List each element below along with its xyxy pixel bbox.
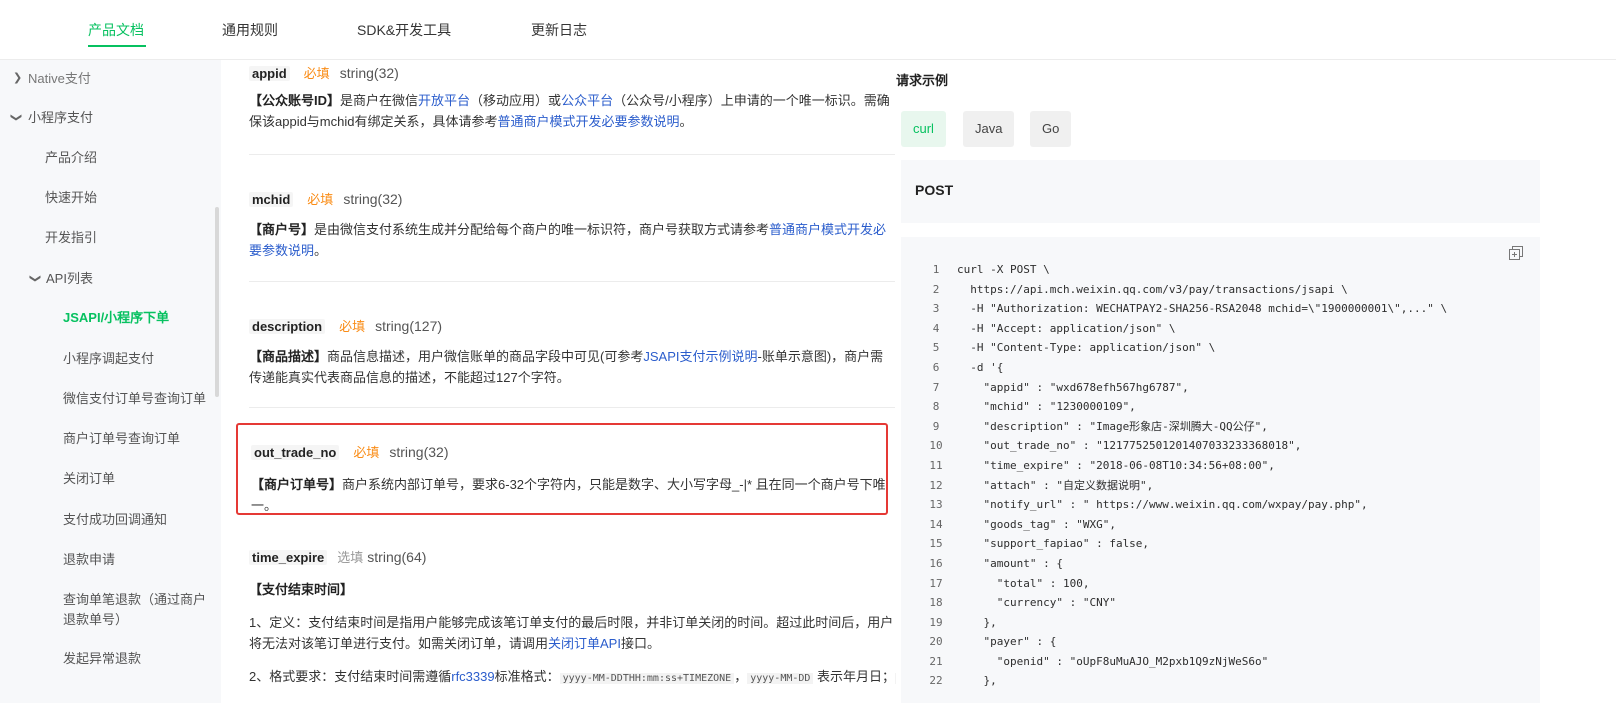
sidebar-item-api-list[interactable]: API列表 <box>46 269 93 289</box>
request-example-panel: 请求示例 curl Java Go POST 1 2 3 4 5 6 7 8 9 10 11 12 13… <box>896 60 1616 703</box>
line-number: 18 <box>929 596 943 610</box>
line-number: 1 <box>932 263 940 276</box>
active-tab-underline <box>88 45 146 47</box>
line-number: 22 <box>929 674 943 688</box>
code-block: 1 2 3 4 5 6 7 8 9 10 11 12 13 14 15 16 17 18 19 20 21 22 curl… <box>901 237 1540 703</box>
param-name: time_expire <box>249 550 328 565</box>
line-number: 2 <box>932 282 940 296</box>
sidebar-item-product-intro[interactable]: 产品介绍 <box>45 148 97 168</box>
param-name: mchid <box>249 192 294 207</box>
required-badge: 必填 <box>303 66 330 81</box>
link-official-platform[interactable]: 公众平台 <box>561 93 613 108</box>
lang-tab-java[interactable]: Java <box>963 111 1015 147</box>
http-method-bar: POST <box>901 160 1540 223</box>
sidebar: ❯ Native支付 ❯ 小程序支付 产品介绍 快速开始 开发指引 ❯ API列… <box>0 60 221 703</box>
param-type: string(127) <box>375 318 443 334</box>
tab-general-rules[interactable]: 通用规则 <box>222 20 278 40</box>
line-number: 21 <box>929 654 943 668</box>
line-number: 7 <box>932 380 940 394</box>
sidebar-scrollbar[interactable] <box>215 207 219 397</box>
param-appid: appid 必填 string(32) 【公众账号ID】是商户在微信开放平台（移动应… <box>249 63 895 132</box>
optional-badge: 选填 <box>337 550 364 565</box>
code-text: curl -X POST \ https://api.mch.weixin.qq… <box>957 263 1448 688</box>
param-type: string(64) <box>367 549 427 565</box>
param-name: appid <box>249 66 290 81</box>
param-description: 1、定义：支付结束时间是指用户能够完成该笔订单支付的最后时限，并非订单关闭的时间… <box>249 615 894 651</box>
line-number: 16 <box>929 556 943 570</box>
line-number: 15 <box>929 537 943 551</box>
line-number: 13 <box>929 498 943 512</box>
line-number: 6 <box>932 360 940 374</box>
line-number: 14 <box>929 517 943 531</box>
copy-icon[interactable] <box>1509 246 1523 260</box>
param-description: 【公众账号ID】是商户在微信开放平台（移动应用）或公众平台（公众号/小程序）上申… <box>249 93 890 129</box>
required-badge: 必填 <box>339 319 366 334</box>
link-open-platform[interactable]: 开放平台 <box>418 93 470 108</box>
required-badge: 必填 <box>307 192 334 207</box>
line-number: 3 <box>932 302 940 316</box>
tab-sdk-tools[interactable]: SDK&开发工具 <box>357 20 451 40</box>
sidebar-item-query-refund[interactable]: 查询单笔退款（通过商户退款单号） <box>63 590 213 630</box>
link-required-params[interactable]: 普通商户模式开发必要参数说明 <box>498 114 680 129</box>
sidebar-item-jsapi-order[interactable]: JSAPI/小程序下单 <box>63 308 169 328</box>
sidebar-item-quick-start[interactable]: 快速开始 <box>45 188 97 208</box>
link-jsapi-example[interactable]: JSAPI支付示例说明 <box>643 349 757 364</box>
lang-tab-curl[interactable]: curl <box>901 111 946 147</box>
sidebar-item-pay-notify[interactable]: 支付成功回调通知 <box>63 510 167 530</box>
sidebar-item-dev-guide[interactable]: 开发指引 <box>45 228 97 248</box>
tab-product-docs[interactable]: 产品文档 <box>88 20 144 40</box>
line-number: 20 <box>929 635 943 649</box>
http-method: POST <box>915 182 954 198</box>
param-time-expire: time_expire 选填 string(64) 【支付结束时间】 1、定义：支付… <box>249 547 901 689</box>
line-number: 11 <box>929 458 943 472</box>
divider <box>249 407 895 408</box>
line-number: 10 <box>929 439 943 453</box>
line-numbers: 1 2 3 4 5 6 7 8 9 10 11 12 13 14 15 16 17 18 19 20 21 22 <box>911 260 961 691</box>
top-nav: 产品文档 通用规则 SDK&开发工具 更新日志 <box>0 0 1616 60</box>
request-example-title: 请求示例 <box>896 73 949 88</box>
param-type: string(32) <box>339 65 399 81</box>
param-name: description <box>249 319 326 334</box>
param-description-title: 【支付结束时间】 <box>249 582 354 597</box>
chevron-down-icon: ❯ <box>29 273 42 284</box>
sidebar-item-query-by-out-trade-no[interactable]: 商户订单号查询订单 <box>63 429 180 449</box>
sidebar-item-native-pay[interactable]: Native支付 <box>28 69 91 89</box>
highlight-box <box>236 423 888 515</box>
param-description: 【商户号】是由微信支付系统生成并分配给每个商户的唯一标识符，商户号获取方式请参考… <box>249 222 887 258</box>
lang-tab-go[interactable]: Go <box>1030 111 1072 147</box>
divider <box>249 154 895 155</box>
line-number: 19 <box>929 615 943 629</box>
link-close-order-api[interactable]: 关闭订单API <box>548 636 621 651</box>
tab-changelog[interactable]: 更新日志 <box>531 20 587 40</box>
sidebar-item-query-by-transaction-id[interactable]: 微信支付订单号查询订单 <box>63 389 206 409</box>
line-number: 12 <box>929 478 943 492</box>
line-number: 4 <box>932 321 940 335</box>
divider <box>249 281 895 282</box>
param-type: string(32) <box>343 191 403 207</box>
param-description-field: description 必填 string(127) 【商品描述】商品信息描述，用户… <box>249 316 895 388</box>
param-description: 【商品描述】商品信息描述，用户微信账单的商品字段中可见(可参考JSAPI支付示例… <box>249 349 884 385</box>
line-number: 8 <box>932 400 940 414</box>
chevron-down-icon: ❯ <box>10 112 23 123</box>
line-number: 5 <box>932 341 940 355</box>
param-description: 2、格式要求：支付结束时间需遵循rfc3339标准格式： yyyy-MM-DDTH… <box>249 666 901 689</box>
sidebar-item-refund[interactable]: 退款申请 <box>63 550 115 570</box>
line-number: 9 <box>932 419 940 433</box>
link-rfc3339[interactable]: rfc3339 <box>451 669 494 684</box>
line-number: 17 <box>929 576 943 590</box>
chevron-right-icon: ❯ <box>13 72 23 84</box>
sidebar-item-abnormal-refund[interactable]: 发起异常退款 <box>63 649 141 669</box>
main-content: appid 必填 string(32) 【公众账号ID】是商户在微信开放平台（移动应… <box>221 60 901 703</box>
param-mchid: mchid 必填 string(32) 【商户号】是由微信支付系统生成并分配给每个商… <box>249 189 895 261</box>
sidebar-item-close-order[interactable]: 关闭订单 <box>63 469 115 489</box>
sidebar-item-invoke-pay[interactable]: 小程序调起支付 <box>63 349 154 369</box>
sidebar-item-mini-program-pay[interactable]: 小程序支付 <box>28 108 93 128</box>
